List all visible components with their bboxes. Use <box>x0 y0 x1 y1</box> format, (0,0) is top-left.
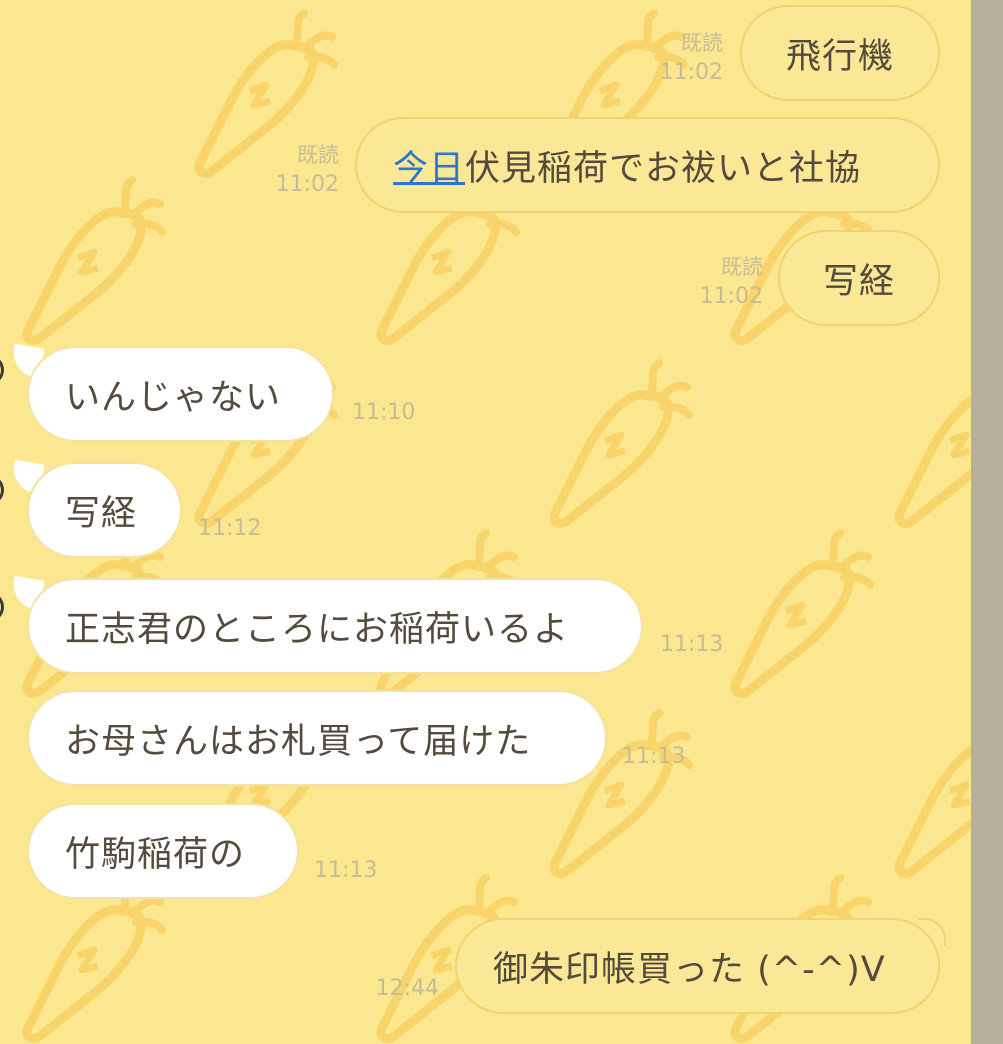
message-text: 写経 <box>65 493 138 534</box>
carrot-icon <box>899 713 971 873</box>
message-time: 11:13 <box>622 744 686 769</box>
read-receipt: 既読 <box>681 31 723 55</box>
message-bubble-outgoing[interactable]: 御朱印帳買った (^-^)V <box>455 918 940 1014</box>
carrot-icon <box>899 363 971 523</box>
read-receipt: 既読 <box>297 143 339 167</box>
message-text: 正志君のところにお稲荷いるよ <box>65 609 570 650</box>
message-text: 竹駒稲荷の <box>65 834 246 875</box>
chat-area[interactable]: 既読 11:02 飛行機 既読 11:02 今日 伏見稲荷でお祓いと社協 既読 1… <box>0 0 971 1044</box>
message-text: 写経 <box>822 261 895 302</box>
message-text: 飛行機 <box>785 36 894 77</box>
message-time: 11:10 <box>352 400 416 425</box>
message-time: 11:13 <box>314 858 378 883</box>
read-receipt: 既読 <box>721 255 763 279</box>
carrot-icon <box>27 878 162 1038</box>
message-bubble-incoming[interactable]: お母さんはお札買って届けた <box>27 690 607 786</box>
message-bubble-outgoing[interactable]: 写経 <box>778 230 940 326</box>
message-time: 11:02 <box>275 172 339 197</box>
message-meta: 既読 11:02 <box>239 140 339 200</box>
date-link[interactable]: 今日 <box>393 140 465 191</box>
message-text: 伏見稲荷でお祓いと社協 <box>465 148 862 189</box>
message-time: 11:02 <box>659 60 723 85</box>
message-text: 御朱印帳買った (^-^)V <box>493 949 886 990</box>
message-time: 11:12 <box>198 516 262 541</box>
carrot-icon <box>27 180 162 340</box>
message-bubble-incoming[interactable]: 正志君のところにお稲荷いるよ <box>27 578 643 674</box>
message-text: いんじゃない <box>65 377 282 418</box>
message-bubble-incoming[interactable]: 竹駒稲荷の <box>27 803 299 899</box>
message-meta: 既読 11:02 <box>663 252 763 312</box>
scrollbar[interactable] <box>971 0 1003 1044</box>
message-text: お母さんはお札買って届けた <box>65 721 532 762</box>
message-bubble-incoming[interactable]: いんじゃない <box>27 346 334 442</box>
message-meta: 既読 11:02 <box>623 28 723 88</box>
carrot-icon <box>554 363 689 523</box>
message-time: 11:13 <box>660 632 724 657</box>
message-time: 11:02 <box>699 284 763 309</box>
message-bubble-outgoing[interactable]: 飛行機 <box>740 5 940 101</box>
message-time: 12:44 <box>375 976 439 1001</box>
carrot-icon <box>735 533 870 693</box>
message-bubble-outgoing[interactable]: 今日 伏見稲荷でお祓いと社協 <box>355 117 940 213</box>
message-bubble-incoming[interactable]: 写経 <box>27 462 182 558</box>
